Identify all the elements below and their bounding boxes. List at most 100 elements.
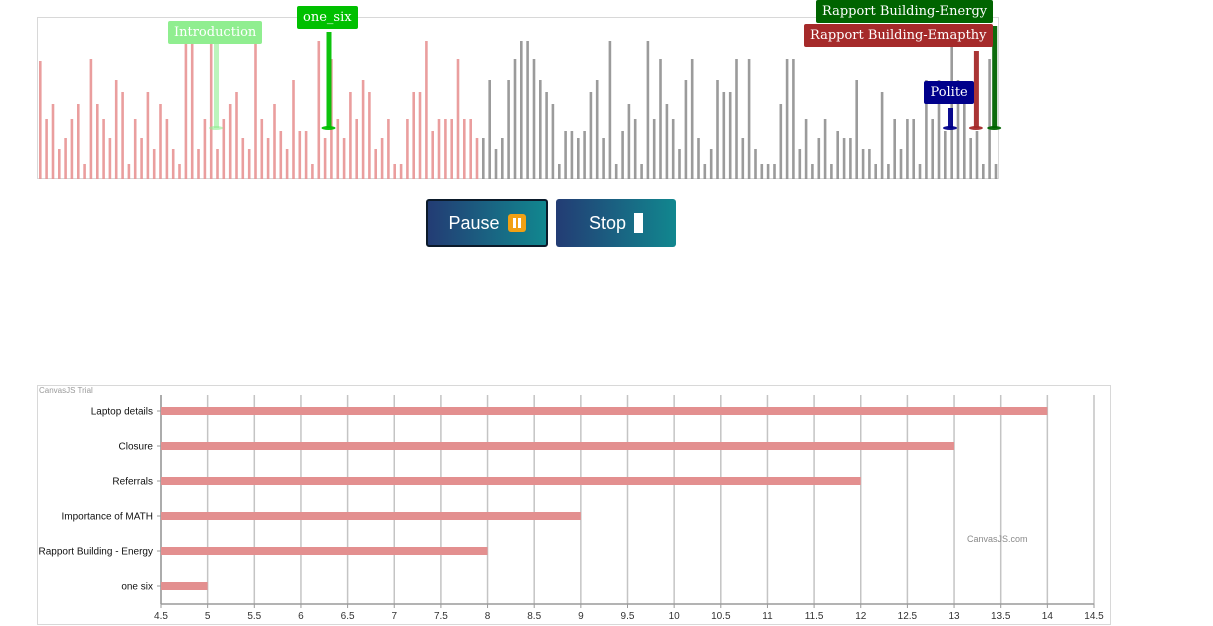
waveform-bar bbox=[836, 131, 839, 179]
category-label: Closure bbox=[119, 442, 154, 453]
marker-label[interactable]: one_six bbox=[297, 6, 358, 29]
waveform-bar bbox=[760, 164, 764, 179]
waveform-bar bbox=[798, 149, 802, 179]
bar bbox=[161, 477, 861, 485]
marker-label[interactable]: Polite bbox=[924, 81, 974, 104]
waveform-bar bbox=[140, 138, 143, 179]
waveform-bar bbox=[564, 131, 567, 179]
pause-button[interactable]: Pause bbox=[426, 199, 548, 247]
waveform-bar bbox=[830, 164, 833, 179]
waveform-bar bbox=[994, 164, 998, 179]
waveform-bar bbox=[108, 138, 112, 179]
marker-stem bbox=[973, 51, 979, 128]
waveform-bar bbox=[241, 138, 245, 179]
waveform-bar bbox=[51, 104, 55, 179]
waveform-bar bbox=[583, 131, 586, 179]
waveform-bar bbox=[260, 119, 264, 179]
waveform-bar bbox=[735, 59, 738, 179]
waveform-bar bbox=[887, 164, 890, 179]
waveform-bar bbox=[387, 119, 390, 179]
waveform-bar bbox=[842, 138, 846, 179]
x-tick-label: 8 bbox=[485, 611, 491, 622]
chart-credit: CanvasJS.com bbox=[967, 534, 1028, 544]
waveform-bar bbox=[823, 119, 827, 179]
waveform-bar bbox=[728, 92, 732, 179]
x-tick-label: 12.5 bbox=[898, 611, 918, 622]
category-label: one six bbox=[121, 582, 153, 593]
marker-base bbox=[968, 126, 983, 130]
waveform-bar bbox=[513, 59, 517, 179]
x-tick-label: 13 bbox=[948, 611, 960, 622]
waveform-bar bbox=[456, 59, 460, 179]
category-label: Importance of MATH bbox=[61, 512, 153, 523]
bar bbox=[161, 407, 1048, 415]
waveform-bar bbox=[393, 164, 396, 179]
waveform-bar bbox=[640, 164, 643, 179]
waveform-bar bbox=[716, 80, 719, 179]
marker-label[interactable]: Rapport Building-Emapthy bbox=[804, 24, 993, 47]
x-tick-label: 11 bbox=[762, 611, 773, 622]
marker-base bbox=[943, 126, 957, 130]
waveform-bar bbox=[633, 119, 637, 179]
waveform-bar bbox=[792, 59, 795, 179]
marker-base bbox=[209, 126, 223, 130]
waveform-bar bbox=[988, 59, 991, 179]
stop-icon bbox=[634, 213, 644, 233]
marker-stem bbox=[992, 26, 998, 128]
waveform-bar bbox=[545, 92, 548, 179]
marker-one-six bbox=[321, 32, 336, 130]
x-tick-label: 9.5 bbox=[621, 611, 635, 622]
waveform-bar bbox=[425, 41, 428, 179]
marker-polite bbox=[943, 108, 957, 130]
waveform-bar bbox=[621, 131, 624, 179]
x-tick-label: 14 bbox=[1042, 611, 1054, 622]
waveform-bar bbox=[855, 80, 858, 179]
waveform-bar bbox=[399, 164, 403, 179]
waveform-bar bbox=[45, 119, 48, 179]
waveform-bar bbox=[121, 92, 124, 179]
waveform-bar bbox=[678, 149, 681, 179]
waveform-bar bbox=[931, 119, 934, 179]
waveform-bar bbox=[899, 149, 903, 179]
stop-button-label: Stop bbox=[588, 212, 627, 233]
waveform-bar bbox=[520, 41, 523, 179]
x-tick-label: 13.5 bbox=[991, 611, 1011, 622]
waveform-bar bbox=[216, 149, 219, 179]
waveform-bar bbox=[273, 104, 276, 179]
waveform-bar bbox=[551, 104, 555, 179]
x-tick-label: 14.5 bbox=[1084, 611, 1104, 622]
waveform-bar bbox=[374, 149, 377, 179]
marker-label[interactable]: Introduction bbox=[167, 21, 263, 44]
waveform-bar bbox=[292, 80, 295, 179]
waveform-bar bbox=[235, 92, 238, 179]
x-tick-label: 5 bbox=[205, 611, 211, 622]
waveform-bar bbox=[475, 138, 479, 179]
waveform-bar bbox=[627, 104, 631, 179]
waveform-bar bbox=[197, 149, 200, 179]
marker-stem bbox=[326, 32, 332, 128]
waveform-bar bbox=[70, 119, 74, 179]
waveform-bar bbox=[577, 138, 580, 179]
marker-label[interactable]: Rapport Building-Energy bbox=[816, 0, 994, 23]
waveform-bar bbox=[595, 80, 599, 179]
waveform-bar bbox=[254, 41, 257, 179]
waveform-bar bbox=[766, 164, 770, 179]
category-label: Rapport Building - Energy bbox=[38, 547, 153, 558]
pause-icon bbox=[507, 214, 526, 232]
waveform-bar bbox=[741, 138, 745, 179]
waveform-bar bbox=[83, 164, 86, 179]
waveform-bar bbox=[722, 92, 726, 179]
waveform-bar bbox=[880, 92, 884, 179]
waveform-bar bbox=[437, 119, 441, 179]
waveform-bar bbox=[652, 119, 656, 179]
waveform-bar bbox=[488, 80, 491, 179]
waveform-bar bbox=[918, 164, 922, 179]
waveform-bar bbox=[709, 149, 713, 179]
waveform-bar bbox=[317, 41, 321, 179]
waveform-bar bbox=[450, 119, 453, 179]
waveform-bar bbox=[646, 41, 650, 179]
waveform-bar bbox=[811, 164, 814, 179]
stop-button[interactable]: Stop bbox=[556, 199, 676, 247]
waveform-bar bbox=[431, 131, 434, 179]
bar bbox=[161, 547, 488, 555]
